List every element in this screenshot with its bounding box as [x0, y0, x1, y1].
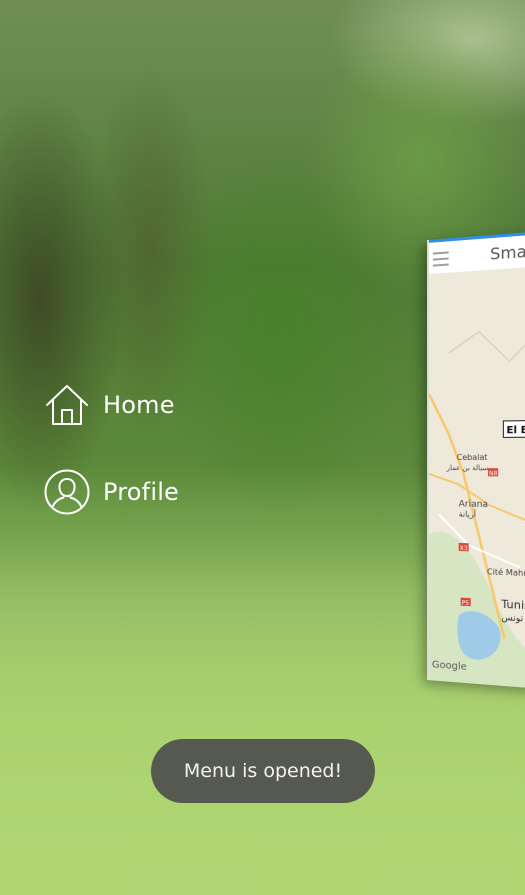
road-badge-label: N8 [489, 470, 498, 477]
menu-item-home[interactable]: Home [44, 381, 175, 429]
hamburger-icon[interactable] [432, 251, 449, 267]
toast-message: Menu is opened! [151, 739, 375, 803]
home-icon [46, 385, 88, 425]
map-place-label: تونس [501, 613, 523, 625]
road-badge-label: P5 [462, 600, 470, 608]
map-place-label: Cebalat [457, 453, 488, 462]
profile-icon [44, 469, 90, 515]
map-place-label: Ariana [459, 499, 488, 510]
road-badge-label: X3 [460, 545, 468, 552]
map-place-label: Cité Mahraje [487, 566, 525, 578]
main-screen-preview[interactable]: Smart El Bo Cebalat سبالة بن عمار Ariana… [427, 231, 525, 689]
map-place-label: El Bo [506, 425, 525, 437]
menu-item-label: Home [103, 391, 175, 419]
menu-item-label: Profile [103, 478, 180, 506]
map-view[interactable]: El Bo Cebalat سبالة بن عمار Ariana أريان… [428, 266, 525, 689]
map-place-label: أريانة [459, 508, 476, 519]
toast-text: Menu is opened! [183, 760, 343, 782]
app-title: Smart [489, 240, 525, 264]
map-place-label: سبالة بن عمار [446, 464, 489, 472]
map-place-label: Tunis [500, 597, 525, 612]
menu-item-profile[interactable]: Profile [44, 468, 179, 516]
